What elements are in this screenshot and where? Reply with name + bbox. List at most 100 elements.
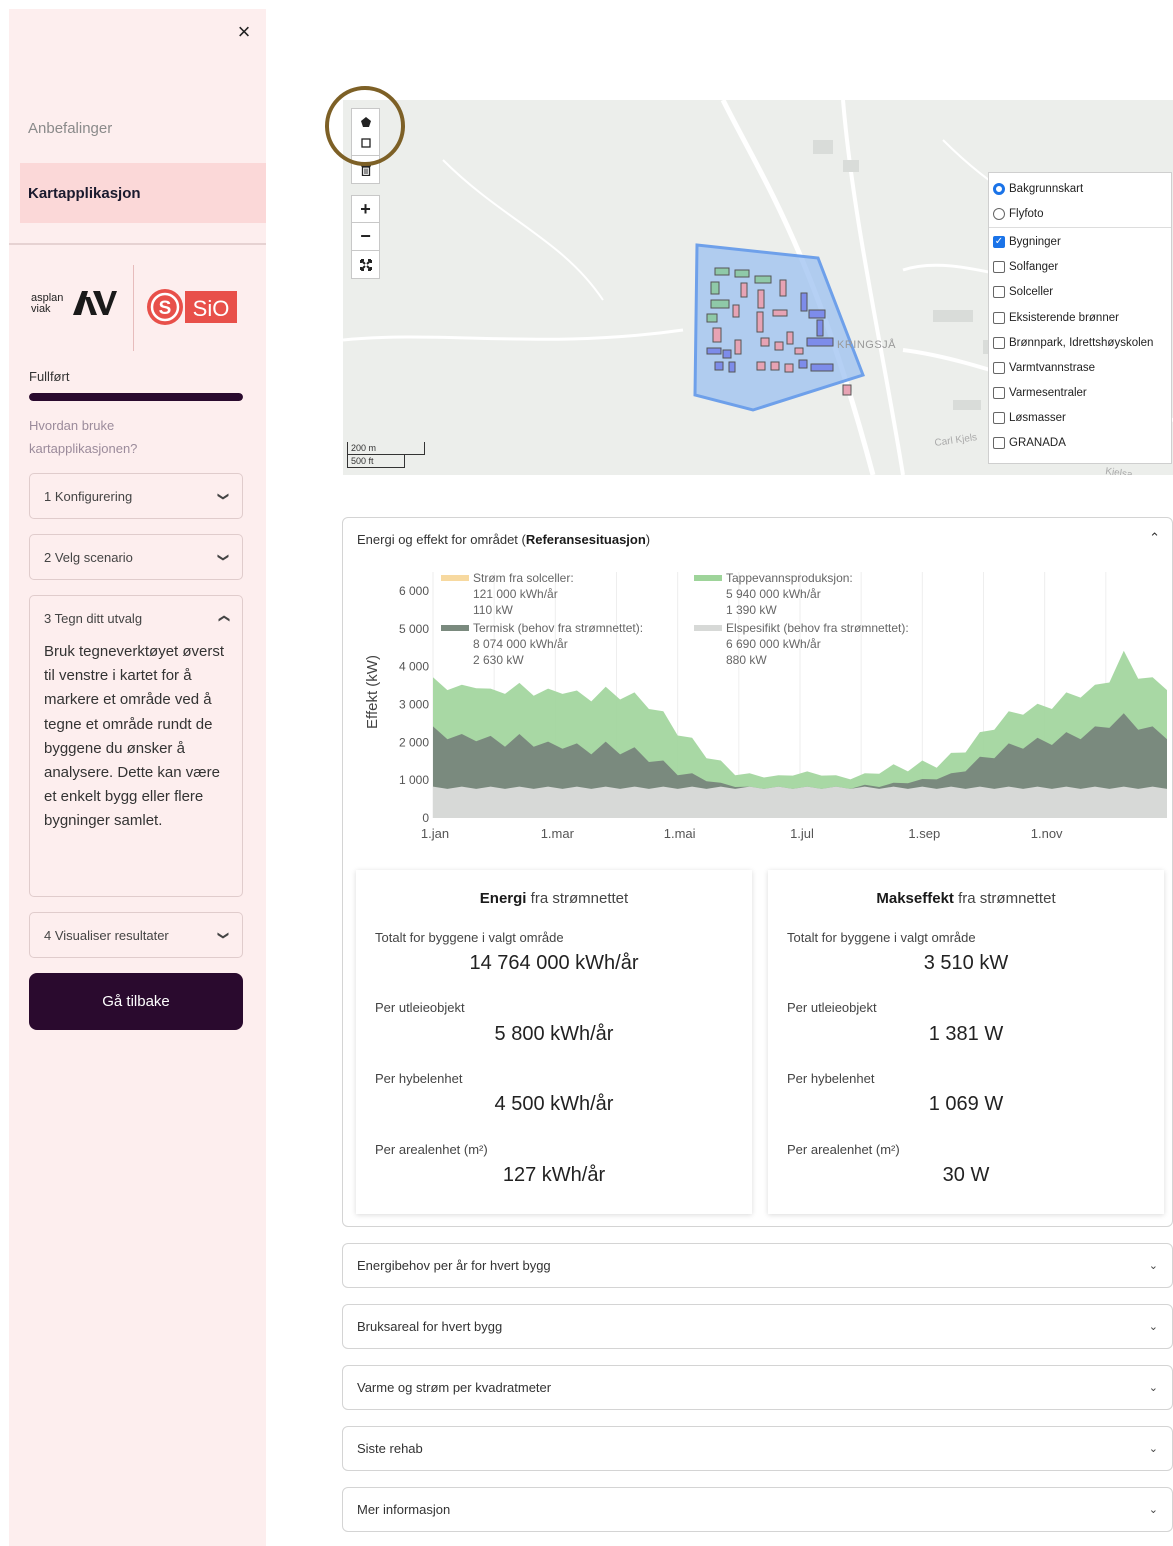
- checkbox-icon[interactable]: [993, 361, 1005, 374]
- step-instructions: Bruk tegneverktøyet øverst til venstre i…: [44, 643, 225, 830]
- chevron-down-icon: ⌄: [1148, 1321, 1158, 1333]
- legend-energy: 5 940 000 kWh/år: [726, 587, 821, 601]
- card-title-rest: fra strømnettet: [526, 890, 629, 907]
- card-title-rest: fra strømnettet: [953, 890, 1056, 907]
- stat-label: Per arealenhet (m²): [787, 1142, 900, 1157]
- checkbox-icon[interactable]: [993, 412, 1005, 425]
- checkbox-icon[interactable]: [993, 387, 1005, 400]
- x-tick-label: 1.jan: [421, 826, 449, 841]
- help-link[interactable]: Hvordan bruke kartapplikasjonen?: [29, 414, 219, 460]
- layer-flyfoto[interactable]: Flyfoto: [989, 201, 1171, 226]
- layer-bygninger[interactable]: ✓ Bygninger: [989, 229, 1171, 254]
- step-draw-selection[interactable]: 3 Tegn ditt utvalg ❯ Bruk tegneverktøyet…: [29, 595, 243, 897]
- layer-label: GRANADA: [1009, 437, 1066, 450]
- step-label: 1 Konfigurering: [44, 488, 133, 504]
- peak-power-card: Makseffekt fra strømnettet Totalt for by…: [768, 870, 1164, 1214]
- legend-swatch: [694, 625, 722, 631]
- checkbox-icon[interactable]: [993, 261, 1005, 274]
- layer-losmasser[interactable]: Løsmasser: [989, 406, 1171, 431]
- section-label: Energibehov per år for hvert bygg: [357, 1258, 551, 1273]
- close-icon[interactable]: ×: [233, 21, 255, 43]
- checkbox-icon[interactable]: [993, 437, 1005, 450]
- partner-logos: asplan viak S SiO: [31, 265, 241, 351]
- step-choose-scenario[interactable]: 2 Velg scenario ❯: [29, 534, 243, 580]
- nav-item-anbefalinger[interactable]: Anbefalinger: [20, 98, 266, 158]
- scale-imperial: 500 ft: [347, 455, 405, 468]
- step-header[interactable]: 2 Velg scenario ❯: [30, 535, 242, 579]
- sio-wordmark: SiO: [193, 296, 230, 321]
- stat-value-total-energy: 14 764 000 kWh/år: [469, 952, 639, 974]
- zoom-in-button[interactable]: +: [351, 195, 380, 223]
- legend-name: Strøm fra solceller:: [473, 571, 574, 585]
- asplan-viak-mark-icon: [73, 291, 117, 315]
- chevron-up-icon[interactable]: ⌃: [1149, 530, 1160, 546]
- step-configuration[interactable]: 1 Konfigurering ❯: [29, 473, 243, 519]
- map-view[interactable]: KRINGSJÅ Carl Kjels Kjelsa + − 200 m 500…: [343, 100, 1173, 475]
- layer-varmtvannstrase[interactable]: Varmtvannstrase: [989, 355, 1171, 380]
- stat-value-per-rental: 1 381 W: [928, 1023, 1004, 1045]
- stat-label: Per hybelenhet: [787, 1071, 875, 1086]
- step-header[interactable]: 1 Konfigurering ❯: [30, 474, 242, 518]
- zoom-out-button[interactable]: −: [351, 223, 380, 251]
- card-title-bold: Energi: [479, 890, 527, 907]
- map-toolbar: + −: [351, 108, 380, 279]
- y-tick-label: 2 000: [399, 735, 429, 749]
- layer-solfanger[interactable]: Solfanger: [989, 255, 1171, 280]
- layer-varmesentraler[interactable]: Varmesentraler: [989, 381, 1171, 406]
- legend-peak: 880 kW: [726, 653, 767, 667]
- svg-text:S: S: [159, 298, 172, 319]
- layer-label: Bakgrunnskart: [1009, 182, 1084, 195]
- sio-logo: S SiO: [147, 289, 237, 325]
- nav-item-kartapplikasjon[interactable]: Kartapplikasjon: [20, 163, 266, 223]
- layer-solceller[interactable]: Solceller: [989, 280, 1171, 305]
- stat-value-per-area: 30 W: [942, 1164, 990, 1186]
- back-button[interactable]: Gå tilbake: [29, 973, 243, 1030]
- step-visualize-results[interactable]: 4 Visualiser resultater ❯: [29, 912, 243, 958]
- title-scenario: Referansesituasjon: [525, 532, 646, 547]
- section-energy-per-building[interactable]: Energibehov per år for hvert bygg ⌄: [342, 1243, 1173, 1288]
- layer-bakgrunnskart[interactable]: Bakgrunnskart: [989, 176, 1171, 201]
- layer-switcher: Bakgrunnskart Flyfoto ✓ Bygninger Solfang…: [988, 172, 1172, 464]
- layer-granada[interactable]: GRANADA: [989, 431, 1171, 456]
- x-tick-label: 1.mar: [541, 826, 575, 841]
- layer-bronnpark[interactable]: Brønnpark, Idrettshøyskolen: [989, 330, 1171, 355]
- stat-label: Totalt for byggene i valgt område: [787, 930, 976, 945]
- checkbox-icon[interactable]: [993, 311, 1005, 324]
- energy-card-title: Energi fra strømnettet: [356, 890, 752, 907]
- checkbox-icon[interactable]: [993, 336, 1005, 349]
- section-last-rehab[interactable]: Siste rehab ⌄: [342, 1426, 1173, 1471]
- layer-label: Solfanger: [1009, 261, 1059, 274]
- step-header[interactable]: 3 Tegn ditt utvalg ❯: [30, 596, 242, 640]
- stat-value-per-unit: 4 500 kWh/år: [494, 1093, 614, 1115]
- y-tick-label: 6 000: [399, 584, 429, 598]
- section-heat-power-per-m2[interactable]: Varme og strøm per kvadratmeter ⌄: [342, 1365, 1173, 1410]
- section-more-info[interactable]: Mer informasjon ⌄: [342, 1487, 1173, 1532]
- chevron-down-icon: ❯: [216, 930, 229, 940]
- place-label-kringsja: KRINGSJÅ: [837, 338, 896, 351]
- y-tick-label: 4 000: [399, 660, 429, 674]
- step-label: 2 Velg scenario: [44, 549, 133, 565]
- edit-icon[interactable]: [351, 130, 380, 156]
- fullscreen-icon[interactable]: [351, 251, 380, 279]
- legend-swatch: [441, 575, 469, 581]
- step-header[interactable]: 4 Visualiser resultater ❯: [30, 913, 242, 957]
- legend-peak: 2 630 kW: [473, 653, 524, 667]
- step-label: 4 Visualiser resultater: [44, 927, 169, 943]
- progress-label: Fullført: [29, 369, 70, 384]
- section-floor-area[interactable]: Bruksareal for hvert bygg ⌄: [342, 1304, 1173, 1349]
- x-tick-label: 1.nov: [1031, 826, 1063, 841]
- layer-eksisterende-bronner[interactable]: Eksisterende brønner: [989, 305, 1171, 330]
- stat-label: Per utleieobjekt: [787, 1000, 877, 1015]
- power-chart: 0 1 000 2 000 3 000 4 000 5 000 6 000 Effekt (k…: [364, 571, 1167, 841]
- title-suffix: ): [645, 532, 651, 547]
- stat-value-per-unit: 1 069 W: [928, 1093, 1004, 1115]
- radio-icon[interactable]: [993, 182, 1005, 195]
- x-tick-label: 1.mai: [664, 826, 696, 841]
- energy-card: Energi fra strømnettet Totalt for byggen…: [356, 870, 752, 1214]
- energy-panel-title[interactable]: Energi og effekt for området (Referanses…: [357, 532, 650, 547]
- legend-energy: 121 000 kWh/år: [473, 587, 558, 601]
- checkbox-checked-icon[interactable]: ✓: [993, 235, 1005, 248]
- trash-icon[interactable]: [351, 156, 380, 184]
- radio-icon[interactable]: [993, 207, 1005, 220]
- checkbox-icon[interactable]: [993, 286, 1005, 299]
